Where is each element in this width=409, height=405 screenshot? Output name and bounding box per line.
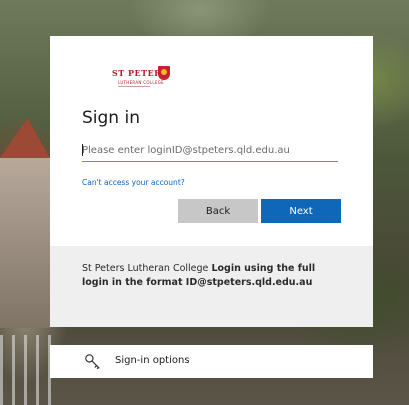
signin-options-label: Sign-in options [115, 355, 190, 366]
signin-options-button[interactable]: Sign-in options [50, 345, 373, 378]
college-logo: ST PETERS LUTHERAN COLLEGE [112, 66, 182, 96]
login-id-input[interactable] [82, 140, 338, 162]
logo-divider [118, 86, 150, 87]
text-caret [82, 144, 83, 156]
info-text: St Peters Lutheran College Login using t… [82, 262, 332, 290]
info-prefix: St Peters Lutheran College [82, 263, 212, 274]
key-icon [85, 354, 100, 370]
logo-subtitle: LUTHERAN COLLEGE [118, 80, 164, 85]
signin-card: ST PETERS LUTHERAN COLLEGE Sign in Can't… [50, 36, 373, 327]
cant-access-account-link[interactable]: Can't access your account? [82, 178, 185, 187]
info-panel: St Peters Lutheran College Login using t… [50, 246, 373, 327]
next-button[interactable]: Next [261, 199, 341, 223]
building-wall [0, 158, 50, 328]
page-title: Sign in [82, 108, 140, 128]
back-button[interactable]: Back [178, 199, 258, 223]
shield-icon [158, 66, 170, 80]
